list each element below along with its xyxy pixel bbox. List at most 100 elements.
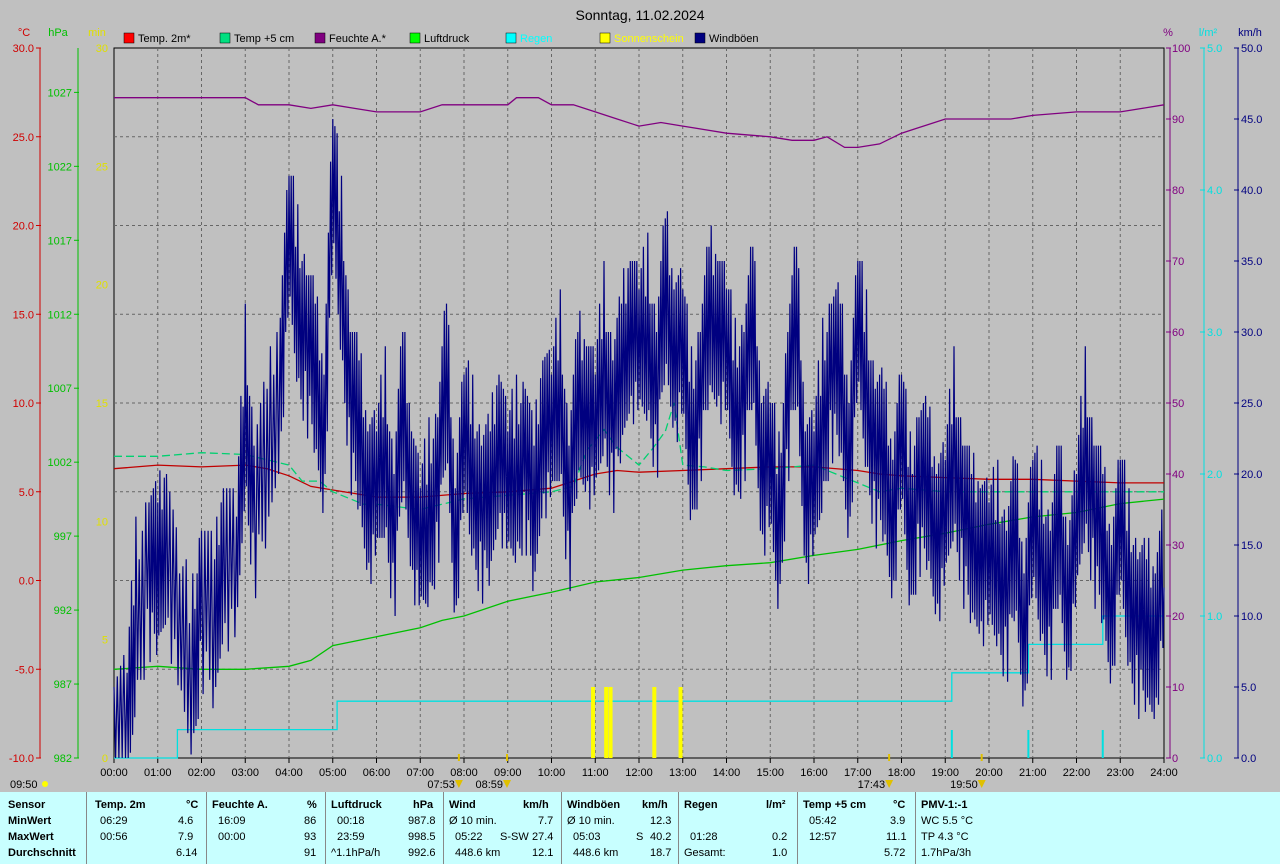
- legend-swatch: [505, 32, 517, 44]
- x-tick-label: 24:00: [1150, 767, 1178, 779]
- x-tick-label: 06:00: [363, 767, 391, 779]
- x-tick-label: 19:00: [931, 767, 959, 779]
- wind-tick-label: 25.0: [1241, 398, 1262, 410]
- legend-label: Regen: [520, 33, 552, 45]
- x-tick-label: 07:00: [406, 767, 434, 779]
- wind-max-dir: S-SW: [500, 831, 529, 843]
- wind-tick-label: 20.0: [1241, 469, 1262, 481]
- pressure-tick-label: 1017: [48, 235, 72, 247]
- pressure-avg: 992.6: [408, 847, 436, 859]
- humidity-tick-label: 10: [1172, 682, 1184, 694]
- sunshine-tick-label: 10: [96, 516, 108, 528]
- sunshine-bar: [604, 687, 609, 758]
- wind-tick-label: 50.0: [1241, 43, 1262, 55]
- temp5cm-min: 3.9: [890, 815, 906, 827]
- legend-label: Temp +5 cm: [234, 33, 294, 45]
- rain-total: 1.0: [772, 847, 788, 859]
- humidity-tick-label: 80: [1172, 185, 1184, 197]
- wind-header: Wind: [449, 799, 476, 811]
- temp-tick-label: 10.0: [13, 398, 34, 410]
- pressure-tick-label: 1027: [48, 87, 72, 99]
- legend-swatch: [694, 32, 706, 44]
- pressure-tick-label: 997: [54, 531, 72, 543]
- gusts-distance: 448.6 km: [573, 847, 619, 859]
- pmv-dewpoint: TP 4.3 °C: [921, 831, 969, 843]
- x-tick-label: 13:00: [669, 767, 697, 779]
- x-tick-label: 22:00: [1063, 767, 1091, 779]
- left-sun-dot: [42, 781, 48, 787]
- humidity-tick-label: 30: [1172, 540, 1184, 552]
- humidity-tick-label: 0: [1172, 753, 1178, 765]
- rain-tick-label: 3.0: [1207, 327, 1222, 339]
- legend-swatch: [314, 32, 326, 44]
- weather-chart: Sonntag, 11.02.2024 Temp. 2m* Temp +5 cm F…: [0, 0, 1280, 792]
- x-tick-label: 11:00: [582, 767, 609, 779]
- pressure-min-time: 00:18: [337, 815, 365, 827]
- humidity-avg: 91: [304, 847, 317, 859]
- x-tick-label: 14:00: [713, 767, 741, 779]
- wind-max: 27.4: [532, 831, 554, 843]
- temp-tick-label: 25.0: [13, 132, 34, 144]
- rain-max: 0.2: [772, 831, 788, 843]
- humidity-tick-label: 90: [1172, 114, 1184, 126]
- pressure-tick-label: 1002: [48, 457, 72, 469]
- temp5cm-header: Temp +5 cm: [803, 799, 867, 811]
- pressure-min: 987.8: [408, 815, 436, 827]
- humidity-min-time: 16:09: [218, 815, 246, 827]
- sunshine-bar: [591, 687, 596, 758]
- temp-axis-unit: °C: [18, 27, 30, 39]
- rain-tick-label: 0.0: [1207, 753, 1222, 765]
- temp2m-avg: 6.14: [176, 847, 198, 859]
- temp2m-header: Temp. 2m: [95, 799, 146, 811]
- legend-swatch: [409, 32, 421, 44]
- wind-tick-label: 45.0: [1241, 114, 1262, 126]
- sunshine-tick-label: 25: [96, 161, 108, 173]
- humidity-tick-label: 100: [1172, 43, 1190, 55]
- x-tick-label: 21:00: [1019, 767, 1047, 779]
- pressure-header: Luftdruck: [331, 799, 382, 811]
- pressure-tick-label: 992: [54, 605, 72, 617]
- x-tick-label: 20:00: [975, 767, 1003, 779]
- x-tick-label: 08:00: [450, 767, 478, 779]
- sunshine-axis-unit: min: [88, 27, 106, 39]
- row-label-sensor: Sensor: [8, 799, 46, 811]
- wind-tick-label: 5.0: [1241, 682, 1256, 694]
- x-tick-label: 05:00: [319, 767, 347, 779]
- gusts-header: Windböen: [567, 799, 621, 811]
- x-tick-label: 16:00: [800, 767, 828, 779]
- rain-tick-label: 4.0: [1207, 185, 1222, 197]
- sunshine-tick-label: 5: [102, 635, 108, 647]
- temp-tick-label: 20.0: [13, 221, 34, 233]
- temp2m-max: 7.9: [178, 831, 194, 843]
- x-tick-label: 04:00: [275, 767, 303, 779]
- wind-tick-label: 10.0: [1241, 611, 1262, 623]
- humidity-min: 86: [304, 815, 317, 827]
- rain-tick-label: 1.0: [1207, 611, 1222, 623]
- pressure-max: 998.5: [408, 831, 436, 843]
- rain-header: Regen: [684, 799, 718, 811]
- temp5cm-max: 11.1: [886, 831, 907, 843]
- temp-tick-label: 30.0: [13, 43, 34, 55]
- humidity-tick-label: 40: [1172, 469, 1184, 481]
- x-tick-label: 12:00: [625, 767, 653, 779]
- wind-tick-label: 30.0: [1241, 327, 1262, 339]
- rain-max-time: 01:28: [690, 831, 718, 843]
- x-tick-label: 17:00: [844, 767, 872, 779]
- humidity-header: Feuchte A.: [212, 799, 268, 811]
- wind-max-time: 05:22: [455, 831, 483, 843]
- pressure-tick-label: 982: [54, 753, 72, 765]
- pressure-tick-label: 1007: [48, 383, 72, 395]
- sun-marker-label: 08:59: [475, 779, 503, 791]
- x-tick-label: 02:00: [188, 767, 216, 779]
- pressure-axis-unit: hPa: [48, 27, 68, 39]
- legend-label: Sonnenschein: [614, 33, 684, 45]
- legend-swatch: [219, 32, 231, 44]
- sunshine-tick-label: 30: [96, 43, 108, 55]
- sunshine-bar: [652, 687, 657, 758]
- wind-tick-label: 15.0: [1241, 540, 1262, 552]
- temp-tick-label: 5.0: [19, 487, 34, 499]
- rain-total-label: Gesamt:: [684, 847, 726, 859]
- wind-min-label: Ø 10 min.: [449, 815, 497, 827]
- gusts-avg: 18.7: [650, 847, 672, 859]
- pressure-tick-label: 1022: [48, 161, 72, 173]
